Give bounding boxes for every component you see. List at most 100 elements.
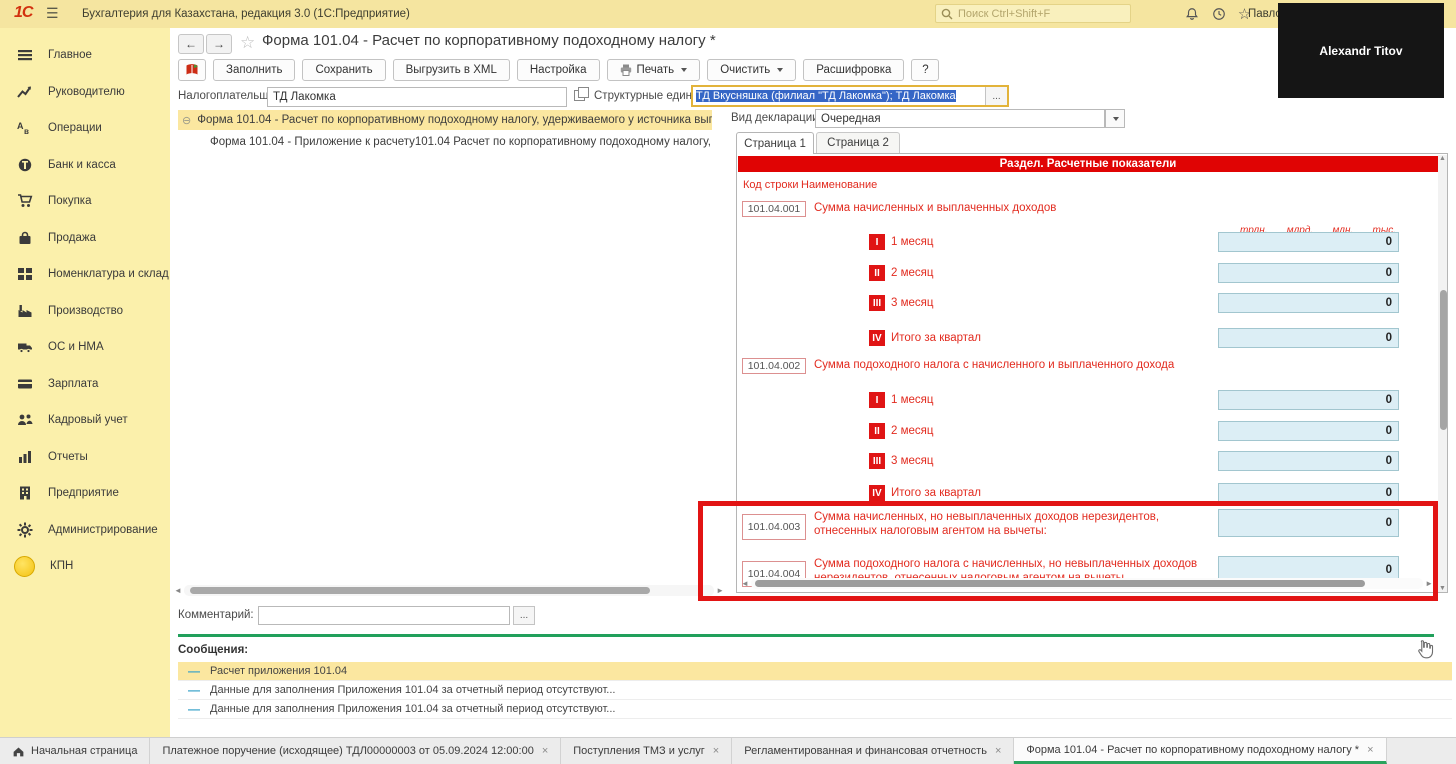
amount-input[interactable]: 0 — [1218, 483, 1399, 503]
close-icon[interactable]: × — [1367, 744, 1373, 756]
declaration-type-combo[interactable]: Очередная — [815, 109, 1105, 128]
scroll-right-icon[interactable]: ► — [1425, 579, 1433, 588]
notifications-bell-icon[interactable] — [1183, 5, 1200, 22]
chevron-down-icon — [1113, 117, 1119, 121]
sidebar-item-nomenclature[interactable]: Номенклатура и склад — [0, 256, 170, 293]
tree-item-appendix-101-04[interactable]: Форма 101.04 - Приложение к расчету101.0… — [178, 132, 712, 152]
close-icon[interactable]: × — [713, 745, 719, 757]
webcam-overlay: Alexandr Titov — [1278, 3, 1444, 98]
decipher-button[interactable]: Расшифровка — [803, 59, 904, 81]
scroll-left-icon[interactable]: ◄ — [741, 579, 749, 588]
sidebar-item-salary[interactable]: Зарплата — [0, 366, 170, 403]
taskbar-tab-regulated-reporting[interactable]: Регламентированная и финансовая отчетнос… — [732, 738, 1014, 764]
scroll-down-icon[interactable]: ▼ — [1439, 585, 1446, 592]
scroll-left-icon[interactable]: ◄ — [174, 586, 182, 595]
sidebar-item-label: Отчеты — [48, 451, 88, 463]
clear-button-label: Очистить — [720, 64, 770, 76]
message-row[interactable]: — Данные для заполнения Приложения 101.0… — [178, 681, 1452, 700]
webcam-participant-name: Alexandr Titov — [1319, 44, 1402, 58]
sidebar-item-enterprise[interactable]: Предприятие — [0, 475, 170, 512]
app-window: 1С ☰ Бухгалтерия для Казахстана, редакци… — [0, 0, 1456, 764]
amount-input[interactable]: 0 — [1218, 328, 1399, 348]
history-clock-icon[interactable] — [1210, 5, 1227, 22]
amount-input[interactable]: 0 — [1218, 390, 1399, 410]
people-icon — [17, 412, 33, 428]
sidebar-item-manager[interactable]: Руководителю — [0, 74, 170, 111]
close-icon[interactable]: × — [995, 745, 1001, 757]
tree-item-form-101-04[interactable]: ⊖ Форма 101.04 - Расчет по корпоративном… — [178, 110, 712, 130]
main-menu-icon[interactable]: ☰ — [46, 5, 59, 22]
fill-button[interactable]: Заполнить — [213, 59, 295, 81]
open-link-icon[interactable] — [574, 90, 585, 101]
scrollbar-thumb[interactable] — [755, 580, 1365, 587]
favorite-star-icon[interactable]: ☆ — [240, 33, 255, 53]
message-row[interactable]: — Расчет приложения 101.04 — [178, 662, 1452, 681]
structural-units-input[interactable]: ТД Вкусняшка (филиал "ТД Лакомка"); ТД Л… — [691, 85, 1009, 107]
search-icon — [941, 8, 953, 20]
sidebar-item-label: Номенклатура и склад — [48, 268, 169, 280]
help-button[interactable]: ? — [911, 59, 939, 81]
top-bar: 1С ☰ Бухгалтерия для Казахстана, редакци… — [0, 0, 1456, 28]
comment-input[interactable] — [258, 606, 510, 625]
taxpayer-input[interactable]: ТД Лакомка — [267, 87, 567, 107]
sidebar-item-label: Покупка — [48, 195, 91, 207]
comment-ellipsis-button[interactable]: ... — [513, 606, 535, 625]
sidebar-item-label: КПН — [50, 560, 73, 572]
report-horizontal-scrollbar[interactable]: ◄ ► — [751, 578, 1423, 589]
scroll-right-icon[interactable]: ► — [716, 586, 724, 595]
grid-icon — [17, 266, 33, 282]
amount-input[interactable]: 0 — [1218, 509, 1399, 537]
sidebar-item-fixed-assets[interactable]: ОС и НМА — [0, 329, 170, 366]
sidebar-item-purchase[interactable]: Покупка — [0, 183, 170, 220]
global-search-input[interactable]: Поиск Ctrl+Shift+F — [935, 4, 1131, 23]
roman-numeral-badge: IV — [869, 330, 885, 346]
back-button[interactable]: ← — [178, 34, 204, 54]
report-table: Раздел. Расчетные показатели Код строки … — [736, 153, 1448, 593]
scroll-up-icon[interactable]: ▲ — [1439, 155, 1446, 162]
tab-page-1[interactable]: Страница 1 — [736, 132, 814, 154]
sidebar-item-reports[interactable]: Отчеты — [0, 439, 170, 476]
scrollbar-thumb[interactable] — [190, 587, 650, 594]
print-button[interactable]: Печать — [607, 59, 701, 81]
amount-input[interactable]: 0 — [1218, 232, 1399, 252]
sidebar-item-production[interactable]: Производство — [0, 293, 170, 330]
amount-input[interactable]: 0 — [1218, 263, 1399, 283]
collapse-minus-icon[interactable]: ⊖ — [182, 114, 191, 127]
sidebar-item-main[interactable]: Главное — [0, 37, 170, 74]
sidebar-item-kpn[interactable]: КПН — [0, 548, 170, 585]
amount-input[interactable]: 0 — [1218, 421, 1399, 441]
form-toolbar: Заполнить Сохранить Выгрузить в XML Наст… — [178, 59, 939, 81]
settings-button[interactable]: Настройка — [517, 59, 600, 81]
sidebar-item-bank-cash[interactable]: Банк и касса — [0, 147, 170, 184]
structural-units-ellipsis-button[interactable]: ... — [985, 87, 1007, 105]
amount-input[interactable]: 0 — [1218, 451, 1399, 471]
export-xml-button-label: Выгрузить в XML — [406, 64, 497, 76]
sidebar-item-administration[interactable]: Администрирование — [0, 512, 170, 549]
report-vertical-scrollbar[interactable]: ▲ ▼ — [1438, 155, 1448, 592]
sidebar-item-operations[interactable]: Aв Операции — [0, 110, 170, 147]
scrollbar-thumb[interactable] — [1440, 290, 1447, 430]
tree-horizontal-scrollbar[interactable]: ◄ ► — [184, 585, 714, 596]
message-row[interactable]: — Данные для заполнения Приложения 101.0… — [178, 700, 1452, 719]
print-button-label: Печать — [637, 64, 675, 76]
tab-page-2[interactable]: Страница 2 — [816, 132, 900, 154]
sidebar-item-label: Продажа — [48, 232, 96, 244]
sidebar-item-label: Предприятие — [48, 487, 119, 499]
taskbar-tab-label: Платежное поручение (исходящее) ТДЛ00000… — [162, 745, 533, 757]
amount-input[interactable]: 0 — [1218, 293, 1399, 313]
close-icon[interactable]: × — [542, 745, 548, 757]
forward-button[interactable]: → — [206, 34, 232, 54]
save-button[interactable]: Сохранить — [302, 59, 385, 81]
declaration-type-dropdown-button[interactable] — [1105, 109, 1125, 128]
message-dash-icon: — — [188, 702, 200, 716]
taskbar-tab-form-101-04[interactable]: Форма 101.04 - Расчет по корпоративному … — [1014, 738, 1386, 764]
export-xml-button[interactable]: Выгрузить в XML — [393, 59, 510, 81]
sidebar-item-hr[interactable]: Кадровый учет — [0, 402, 170, 439]
sidebar-item-sales[interactable]: Продажа — [0, 220, 170, 257]
taskbar-home-tab[interactable]: Начальная страница — [0, 738, 150, 764]
taskbar-tab-payment-order[interactable]: Платежное поручение (исходящее) ТДЛ00000… — [150, 738, 561, 764]
tree-item-label: Форма 101.04 - Приложение к расчету101.0… — [210, 136, 712, 148]
taskbar-tab-receipts[interactable]: Поступления ТМЗ и услуг × — [561, 738, 732, 764]
clear-button[interactable]: Очистить — [707, 59, 796, 81]
report-icon-button[interactable] — [178, 59, 206, 81]
